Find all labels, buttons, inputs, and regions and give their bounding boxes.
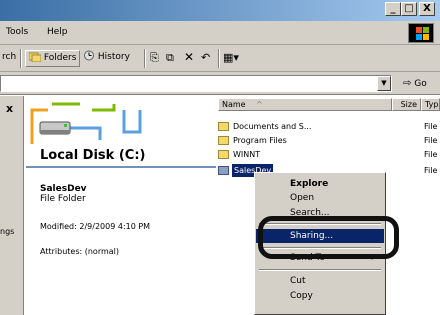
search-button[interactable]: rch (2, 50, 16, 67)
delete-icon[interactable]: ✕ (184, 50, 194, 67)
attributes: Attributes: (normal) (40, 247, 120, 256)
file-type: File (424, 150, 438, 159)
file-type: File (424, 122, 438, 131)
menu-separator (259, 269, 381, 271)
menu-tools[interactable]: Tools (6, 27, 28, 37)
folders-icon (28, 52, 42, 63)
item-name: SalesDev (40, 184, 87, 194)
menu-item-explore[interactable]: Explore (256, 177, 384, 191)
title-bar: _ □ X (0, 0, 440, 21)
menu-help[interactable]: Help (47, 27, 68, 37)
move-to-icon[interactable]: ⎘ (150, 50, 159, 67)
column-header-name[interactable]: Name ^ (218, 98, 392, 111)
copy-to-icon[interactable]: ⧉ (166, 50, 174, 67)
toolbar-separator (144, 49, 146, 68)
folders-pane: x ngs (0, 96, 24, 315)
toolbar-separator (20, 49, 22, 68)
file-type: File (424, 136, 438, 145)
menu-item-cut[interactable]: Cut (256, 274, 384, 288)
go-button[interactable]: ⇨ Go (403, 78, 427, 89)
folder-icon (218, 136, 229, 145)
modified-date: Modified: 2/9/2009 4:10 PM (40, 222, 151, 231)
file-name: Documents and S... (233, 122, 312, 131)
close-button[interactable]: X (419, 2, 435, 16)
address-dropdown-button[interactable]: ▼ (377, 76, 391, 91)
truncated-text: ngs (0, 227, 15, 236)
info-pane: Local Disk (C:) SalesDev File Folder Mod… (26, 96, 216, 315)
views-icon[interactable]: ▦▾ (223, 50, 239, 67)
address-input[interactable] (0, 75, 392, 92)
minimize-button[interactable]: _ (385, 2, 401, 16)
file-type: File (424, 166, 438, 175)
toolbar: rch Folders History ⎘ ⧉ ✕ ↶ ▦▾ (0, 45, 440, 72)
undo-icon[interactable]: ↶ (201, 50, 210, 67)
folders-label: Folders (43, 53, 77, 63)
menu-item-open[interactable]: Open (256, 191, 384, 205)
disk-title: Local Disk (C:) (40, 148, 146, 163)
windows-logo-icon (408, 23, 434, 43)
address-bar: ▼ ⇨ Go (0, 72, 440, 95)
menu-bar: Tools Help (0, 21, 440, 45)
toolbar-separator (218, 49, 220, 68)
history-button[interactable]: History (83, 50, 130, 67)
column-header-type[interactable]: Typ (421, 98, 440, 111)
item-type: File Folder (40, 194, 86, 204)
file-row[interactable]: WINNT File (216, 148, 440, 161)
folders-button[interactable]: Folders (25, 50, 81, 67)
folder-icon (218, 166, 229, 175)
maximize-button[interactable]: □ (401, 2, 417, 16)
go-arrow-icon: ⇨ (403, 78, 412, 89)
column-header-size[interactable]: Size (392, 98, 421, 111)
file-row[interactable]: Program Files File (216, 134, 440, 147)
file-row[interactable]: Documents and S... File (216, 120, 440, 133)
close-pane-icon[interactable]: x (6, 102, 13, 115)
sort-indicator-icon: ^ (256, 100, 263, 109)
highlight-ring (258, 216, 399, 259)
column-name-label: Name (222, 100, 246, 109)
menu-item-copy[interactable]: Copy (256, 289, 384, 303)
go-label: Go (414, 79, 427, 89)
history-label: History (97, 52, 130, 62)
file-name: WINNT (233, 150, 261, 159)
local-disk-icon (30, 102, 142, 144)
folder-icon (218, 122, 229, 131)
folder-icon (218, 150, 229, 159)
history-icon (84, 50, 94, 61)
file-name: Program Files (233, 136, 287, 145)
title-underline (26, 166, 216, 168)
